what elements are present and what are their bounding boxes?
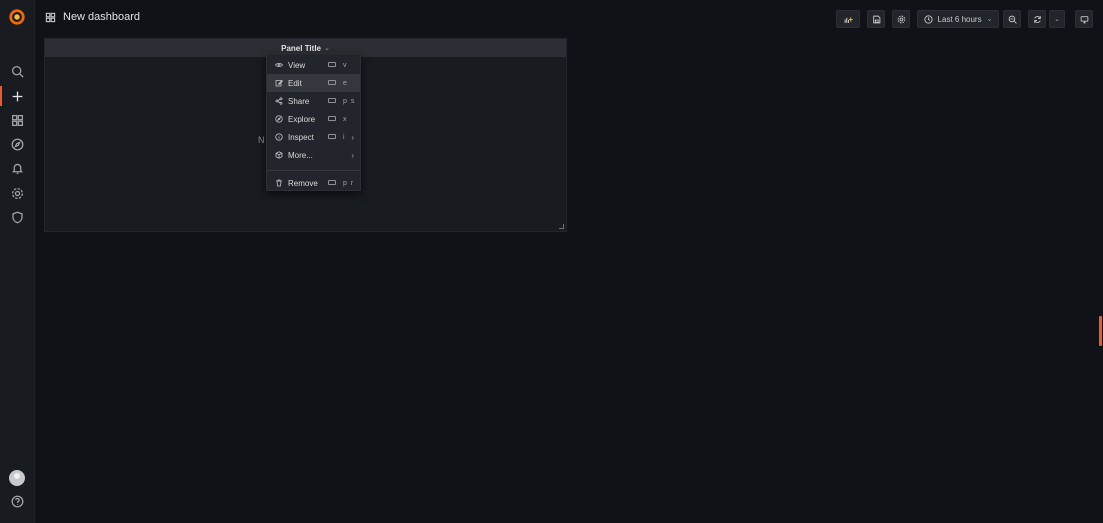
- panel-no-data-text: N: [258, 135, 265, 145]
- save-icon: [872, 15, 880, 23]
- tv-mode-button[interactable]: [1075, 10, 1093, 28]
- eye-icon: [275, 63, 283, 67]
- menu-item-label: Share: [288, 96, 310, 106]
- clock-icon: [923, 14, 933, 24]
- tv-icon: [1080, 15, 1088, 23]
- dashboard-title-text: New dashboard: [63, 11, 141, 23]
- panel-menu: View v Edit e Share p s Explore x Inspec…: [266, 53, 361, 191]
- menu-item-label: Explore: [288, 114, 316, 124]
- menu-item-remove[interactable]: Remove p r: [267, 174, 360, 192]
- menu-item-label: Inspect: [288, 132, 314, 142]
- menu-item-shortcut: v: [343, 61, 348, 69]
- share-icon: [275, 97, 283, 105]
- refresh-interval-picker[interactable]: ⌄: [1049, 10, 1065, 28]
- menu-item-shortcut: p r: [343, 179, 355, 187]
- refresh-icon: [1033, 15, 1041, 23]
- menu-item-share[interactable]: Share p s: [267, 92, 360, 110]
- info-icon: [275, 133, 283, 141]
- grafana-logo-icon[interactable]: [8, 8, 26, 26]
- menu-item-edit[interactable]: Edit e: [267, 74, 360, 92]
- menu-item-label: Edit: [288, 78, 302, 88]
- keyboard-icon: [328, 62, 336, 67]
- sidebar-item-configuration[interactable]: [9, 185, 25, 201]
- gear-icon: [11, 187, 23, 199]
- sidebar-item-explore[interactable]: [9, 136, 25, 152]
- active-indicator: [0, 86, 2, 106]
- compass-icon: [275, 115, 283, 123]
- sidebar-item-search[interactable]: [9, 63, 25, 79]
- grid-icon: [11, 114, 23, 126]
- sidebar-item-alerting[interactable]: [9, 160, 25, 176]
- sidebar-item-server-admin[interactable]: [9, 209, 25, 225]
- keyboard-icon: [328, 116, 336, 121]
- chevron-right-icon: ›: [351, 150, 354, 160]
- sidebar-item-dashboards[interactable]: [9, 112, 25, 128]
- menu-item-view[interactable]: View v: [267, 56, 360, 74]
- cube-icon: [275, 151, 283, 159]
- grid-icon: [45, 12, 56, 22]
- chevron-down-icon: ⌄: [1054, 16, 1060, 23]
- chevron-down-icon: ⌄: [324, 45, 330, 52]
- menu-item-shortcut: x: [343, 115, 348, 123]
- menu-item-shortcut: p s: [343, 97, 356, 105]
- keyboard-icon: [328, 98, 336, 103]
- top-navbar: New dashboard Last 6 hours ⌄ ⌄: [35, 0, 1103, 36]
- search-icon: [11, 65, 24, 78]
- panel-title: Panel Title: [281, 43, 321, 53]
- chevron-down-icon: ⌄: [986, 16, 993, 23]
- gear-icon: [897, 15, 905, 23]
- zoom-out-icon: [1008, 15, 1017, 24]
- sidebar: [0, 0, 35, 523]
- avatar[interactable]: [9, 470, 25, 486]
- refresh-button[interactable]: [1028, 10, 1046, 28]
- scrollbar-thumb[interactable]: [1099, 316, 1102, 346]
- time-range-picker[interactable]: Last 6 hours ⌄: [917, 10, 999, 28]
- menu-item-inspect[interactable]: Inspect i ›: [267, 128, 360, 146]
- sidebar-item-help[interactable]: [9, 493, 25, 509]
- help-icon: [11, 495, 23, 507]
- menu-item-explore[interactable]: Explore x: [267, 110, 360, 128]
- dashboard-settings-button[interactable]: [892, 10, 910, 28]
- save-dashboard-button[interactable]: [867, 10, 885, 28]
- time-range-label: Last 6 hours: [937, 14, 982, 24]
- menu-item-shortcut: e: [343, 79, 348, 87]
- dashboard-title[interactable]: New dashboard: [45, 11, 140, 23]
- menu-item-label: View: [288, 60, 306, 70]
- chevron-right-icon: ›: [351, 132, 354, 142]
- plus-icon: [12, 91, 22, 101]
- trash-icon: [276, 179, 282, 187]
- compass-icon: [11, 138, 23, 150]
- menu-item-shortcut: i: [343, 133, 346, 141]
- shield-icon: [11, 211, 23, 223]
- menu-divider: [267, 170, 360, 171]
- panel-resize-handle[interactable]: [559, 224, 564, 229]
- menu-item-label: More...: [288, 150, 313, 160]
- add-panel-icon: [844, 16, 853, 23]
- edit-icon: [275, 79, 284, 87]
- keyboard-icon: [328, 134, 336, 139]
- keyboard-icon: [328, 180, 336, 185]
- keyboard-icon: [328, 80, 336, 85]
- menu-item-more[interactable]: More... ›: [267, 146, 360, 164]
- sidebar-item-create[interactable]: [9, 88, 25, 104]
- zoom-out-button[interactable]: [1003, 10, 1021, 28]
- bell-icon: [11, 163, 23, 174]
- add-panel-button[interactable]: [836, 10, 860, 28]
- menu-item-label: Remove: [288, 178, 318, 188]
